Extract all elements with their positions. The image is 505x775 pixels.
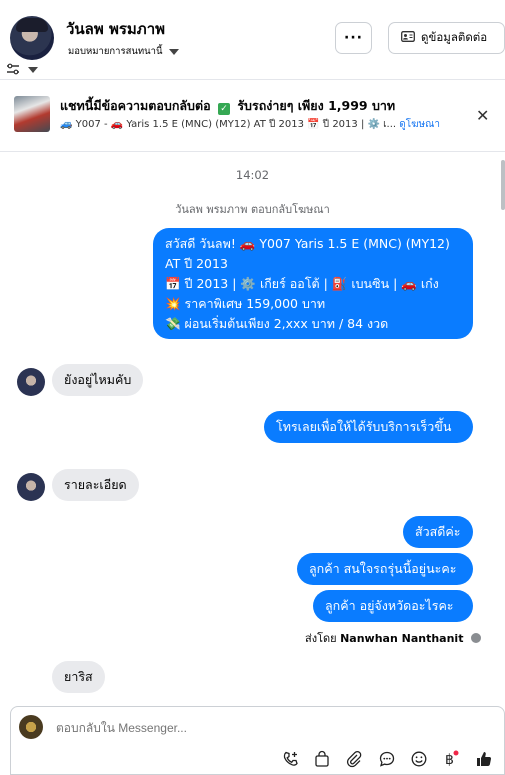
ad-thumbnail[interactable]	[14, 96, 50, 132]
customer-avatar[interactable]	[17, 473, 45, 501]
page-message-bubble[interactable]: ลูกค้า อยู่จังหวัดอะไรคะ	[313, 590, 473, 622]
customer-message-bubble[interactable]: ยังอยู่ไหมคับ	[52, 364, 144, 396]
sliders-icon	[6, 60, 20, 79]
smiley-icon[interactable]	[408, 748, 430, 770]
page-message-bubble[interactable]: ลูกค้า สนใจรถรุ่นนี้อยู่นะคะ	[297, 553, 473, 585]
ad-subtitle-text: 🚙 Y007 - 🚗 Yaris 1.5 E (MNC) (MY12) AT ป…	[60, 119, 397, 130]
reply-input[interactable]	[56, 721, 356, 735]
view-contact-button[interactable]: ดูข้อมูลติดต่อ	[388, 22, 505, 54]
view-ad-link[interactable]: ดูโฆษณา	[399, 119, 440, 130]
ad-reply-banner	[0, 80, 505, 152]
contact-card-icon	[401, 31, 415, 45]
phone-plus-icon[interactable]	[280, 748, 302, 770]
ad-message-line: 💸 ผ่อนเริ่มต้นเพียง 2,xxx บาท / 84 งวด	[165, 316, 389, 331]
chevron-down-icon	[168, 48, 179, 55]
customer-message-bubble[interactable]: รายละเอียด	[52, 469, 139, 501]
ad-reply-note: วันลพ พรมภาพ ตอบกลับโฆษณา	[175, 203, 330, 216]
ad-message-line: AT ปี 2013	[165, 256, 228, 271]
chat-bubble-icon[interactable]	[376, 748, 398, 770]
paperclip-icon[interactable]	[343, 748, 365, 770]
contact-name[interactable]: วันลพ พรมภาพ	[66, 17, 165, 41]
ad-message-line: สวัสดี วันลพ! 🚗 Y007 Yaris 1.5 E (MNC) (…	[165, 236, 450, 251]
page-message-bubble[interactable]: สัวสดีค่ะ	[403, 516, 473, 548]
ad-message-bubble[interactable]: สวัสดี วันลพ! 🚗 Y007 Yaris 1.5 E (MNC) (…	[153, 228, 473, 339]
sent-by-prefix: ส่งโดย	[305, 632, 337, 645]
shopping-bag-icon[interactable]	[311, 748, 333, 770]
inbox-chat-panel: วันลพ พรมภาพ มอบหมายการสนทนานี้ ··· ดูข้…	[0, 0, 505, 775]
filter-menu-button[interactable]	[6, 60, 38, 79]
baht-icon[interactable]: ฿	[439, 748, 461, 770]
ad-banner-title: แชทนี้มีข้อความตอบกลับต่อ ✓ รับรถง่ายๆ เ…	[60, 96, 395, 116]
view-contact-label: ดูข้อมูลติดต่อ	[421, 30, 488, 44]
svg-text:฿: ฿	[445, 752, 454, 768]
ad-message-line: 📅 ปี 2013 | ⚙️ เกียร์ ออโต้ | ⛽ เบนซิน |…	[165, 276, 439, 291]
assign-label: มอบหมายการสนทนานี้	[68, 46, 163, 57]
customer-avatar[interactable]	[17, 368, 45, 396]
ad-title-part2: รับรถง่ายๆ เพียง 1,999 บาท	[237, 98, 396, 113]
ad-message-line: 💥 ราคาพิเศษ 159,000 บาท	[165, 296, 326, 311]
timestamp: 14:02	[235, 168, 270, 182]
sent-by-name: Nanwhan Nanthanit	[340, 632, 464, 645]
assign-conversation-dropdown[interactable]: มอบหมายการสนทนานี้	[68, 44, 179, 59]
contact-avatar[interactable]	[10, 16, 54, 60]
check-icon: ✓	[217, 103, 230, 115]
info-icon[interactable]	[470, 633, 481, 643]
close-icon[interactable]: ✕	[476, 106, 489, 125]
thumbs-up-icon[interactable]	[473, 748, 495, 770]
chevron-down-icon	[28, 66, 38, 73]
ad-title-part1: แชทนี้มีข้อความตอบกลับต่อ	[60, 98, 211, 113]
page-avatar	[19, 715, 43, 739]
sent-by-label: ส่งโดย Nanwhan Nanthanit	[305, 629, 481, 647]
more-options-button[interactable]: ···	[335, 22, 372, 54]
customer-message-bubble[interactable]: ยาริส	[52, 661, 105, 693]
page-message-bubble[interactable]: โทรเลยเพื่อให้ได้รับบริการเร็วขึ้น	[264, 411, 473, 443]
reply-composer	[10, 706, 505, 775]
ad-banner-subtitle: 🚙 Y007 - 🚗 Yaris 1.5 E (MNC) (MY12) AT ป…	[60, 117, 440, 132]
